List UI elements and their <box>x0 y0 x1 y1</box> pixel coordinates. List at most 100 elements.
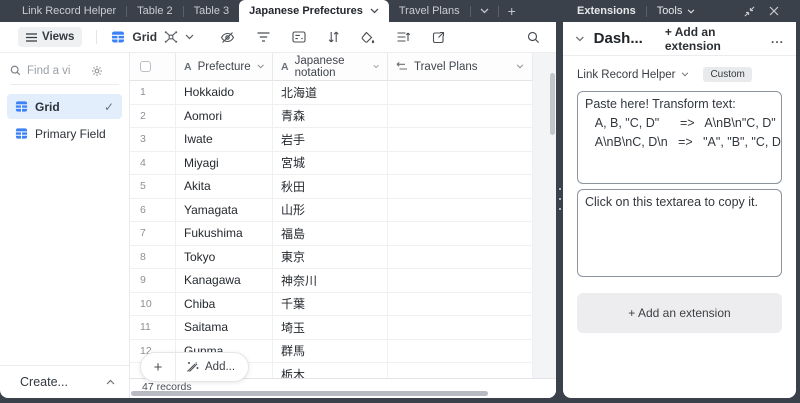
cell-travel-plans[interactable] <box>388 245 533 269</box>
cell-prefecture[interactable]: Aomori <box>176 104 273 128</box>
cell-prefecture[interactable]: Miyagi <box>176 151 273 175</box>
row-number[interactable]: 10 <box>130 292 176 316</box>
chevron-down-icon[interactable] <box>185 34 194 40</box>
cell-japanese-notation[interactable]: 埼玉 <box>273 316 388 340</box>
cell-japanese-notation[interactable]: 東京 <box>273 245 388 269</box>
cell-travel-plans[interactable] <box>388 363 533 378</box>
table-row[interactable]: 4 Miyagi 宮城 <box>130 151 556 175</box>
add-table-button[interactable]: + <box>499 3 525 19</box>
sidebar-item-primary-field[interactable]: Primary Field <box>7 121 122 146</box>
view-search-input[interactable] <box>27 64 85 77</box>
cell-prefecture[interactable]: Chiba <box>176 292 273 316</box>
cell-travel-plans[interactable] <box>388 222 533 246</box>
cell-japanese-notation[interactable]: 青森 <box>273 104 388 128</box>
table-row[interactable]: 1 Hokkaido 北海道 <box>130 81 556 105</box>
row-number[interactable]: 8 <box>130 245 176 269</box>
filter-button[interactable] <box>257 32 270 42</box>
chevron-down-icon[interactable] <box>681 72 689 77</box>
chevron-down-icon[interactable] <box>257 64 264 69</box>
cell-travel-plans[interactable] <box>388 81 533 105</box>
collapse-panel-icon[interactable] <box>737 6 762 17</box>
chevron-down-icon[interactable] <box>575 36 585 42</box>
cell-prefecture[interactable]: Hokkaido <box>176 81 273 105</box>
group-button[interactable] <box>292 31 306 43</box>
cell-travel-plans[interactable] <box>388 269 533 293</box>
row-number[interactable]: 4 <box>130 151 176 175</box>
table-row[interactable]: 10 Chiba 千葉 <box>130 292 556 316</box>
cell-japanese-notation[interactable]: 宮城 <box>273 151 388 175</box>
cell-travel-plans[interactable] <box>388 339 533 363</box>
views-button[interactable]: Views <box>18 27 83 47</box>
cell-travel-plans[interactable] <box>388 316 533 340</box>
row-number[interactable]: 11 <box>130 316 176 340</box>
row-number[interactable]: 6 <box>130 198 176 222</box>
cell-japanese-notation[interactable]: 北海道 <box>273 81 388 105</box>
tab-link-record-helper[interactable]: Link Record Helper <box>12 0 126 22</box>
chevron-down-icon[interactable] <box>516 64 524 69</box>
cell-prefecture[interactable]: Kanagawa <box>176 269 273 293</box>
cell-japanese-notation[interactable]: 秋田 <box>273 175 388 199</box>
more-options-icon[interactable]: ... <box>771 32 784 46</box>
table-row[interactable]: 5 Akita 秋田 <box>130 175 556 199</box>
row-number[interactable]: 3 <box>130 128 176 152</box>
add-extension-button[interactable]: + Add an extension <box>577 293 782 333</box>
row-number[interactable]: 1 <box>130 81 176 105</box>
cell-japanese-notation[interactable]: 千葉 <box>273 292 388 316</box>
cell-japanese-notation[interactable]: 群馬 <box>273 339 388 363</box>
cell-travel-plans[interactable] <box>388 292 533 316</box>
table-row[interactable]: 6 Yamagata 山形 <box>130 198 556 222</box>
row-number[interactable]: 5 <box>130 175 176 199</box>
table-row[interactable]: 9 Kanagawa 神奈川 <box>130 269 556 293</box>
hide-fields-button[interactable] <box>220 31 235 44</box>
tools-menu[interactable]: Tools <box>657 5 696 17</box>
tab-table-3[interactable]: Table 3 <box>184 0 239 22</box>
column-header-travel-plans[interactable]: Travel Plans <box>388 53 533 81</box>
add-with-ai-button[interactable]: Add... <box>176 353 248 381</box>
table-row[interactable]: 7 Fukushima 福島 <box>130 222 556 246</box>
table-row[interactable]: 2 Aomori 青森 <box>130 104 556 128</box>
row-height-button[interactable] <box>397 31 411 43</box>
sort-button[interactable] <box>328 31 339 43</box>
add-extension-link[interactable]: + Add an extension <box>665 25 771 53</box>
cell-travel-plans[interactable] <box>388 104 533 128</box>
share-view-button[interactable] <box>432 31 445 44</box>
tab-travel-plans[interactable]: Travel Plans <box>389 0 470 22</box>
gear-icon[interactable] <box>91 65 103 77</box>
cell-prefecture[interactable]: Saitama <box>176 316 273 340</box>
chevron-down-icon[interactable] <box>370 8 379 14</box>
cell-travel-plans[interactable] <box>388 175 533 199</box>
horizontal-scrollbar[interactable] <box>131 391 488 396</box>
cell-japanese-notation[interactable]: 山形 <box>273 198 388 222</box>
chevron-down-icon[interactable] <box>373 64 379 69</box>
tab-table-2[interactable]: Table 2 <box>127 0 182 22</box>
create-view-button[interactable]: Create... <box>0 365 129 398</box>
cell-prefecture[interactable]: Yamagata <box>176 198 273 222</box>
row-number[interactable]: 2 <box>130 104 176 128</box>
table-row[interactable]: 8 Tokyo 東京 <box>130 245 556 269</box>
select-all-checkbox[interactable] <box>140 61 151 72</box>
add-record-button[interactable]: + <box>141 353 176 381</box>
vertical-scrollbar[interactable] <box>550 73 555 135</box>
sidebar-item-grid[interactable]: Grid ✓ <box>7 94 122 119</box>
table-row[interactable]: 3 Iwate 岩手 <box>130 128 556 152</box>
column-header-japanese-notation[interactable]: A Japanese notation <box>273 53 388 81</box>
cell-japanese-notation[interactable]: 栃木 <box>273 363 388 378</box>
select-all-cell[interactable] <box>130 53 176 81</box>
tab-japanese-prefectures[interactable]: Japanese Prefectures <box>239 0 389 22</box>
copy-output-textarea[interactable]: Click on this textarea to copy it. <box>577 189 782 277</box>
cell-japanese-notation[interactable]: 岩手 <box>273 128 388 152</box>
search-button[interactable] <box>527 31 540 44</box>
table-row[interactable]: 11 Saitama 埼玉 <box>130 316 556 340</box>
transform-input-textarea[interactable]: Paste here! Transform text: A, B, "C, D"… <box>577 91 782 184</box>
cell-prefecture[interactable]: Iwate <box>176 128 273 152</box>
cell-travel-plans[interactable] <box>388 128 533 152</box>
close-panel-icon[interactable] <box>762 6 786 16</box>
source-name[interactable]: Link Record Helper <box>577 69 675 81</box>
current-view[interactable]: Grid <box>111 30 194 44</box>
cell-prefecture[interactable]: Akita <box>176 175 273 199</box>
cell-travel-plans[interactable] <box>388 198 533 222</box>
cell-japanese-notation[interactable]: 福島 <box>273 222 388 246</box>
cell-travel-plans[interactable] <box>388 151 533 175</box>
row-number[interactable]: 9 <box>130 269 176 293</box>
tab-list-chevron-down-icon[interactable] <box>471 8 498 14</box>
